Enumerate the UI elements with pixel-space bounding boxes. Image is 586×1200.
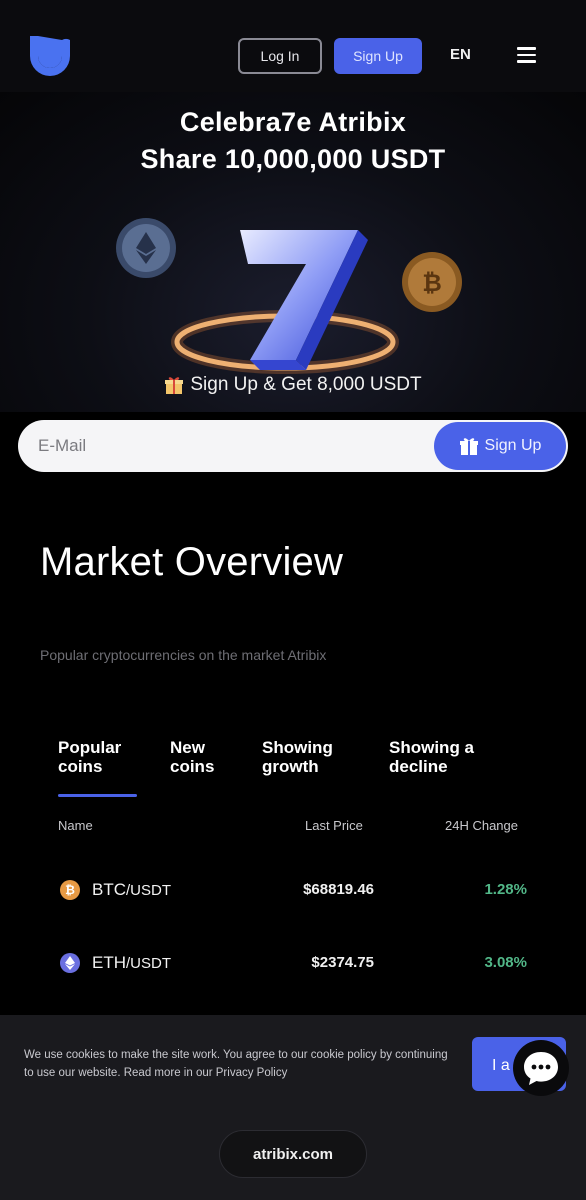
24h-change: 1.28% bbox=[484, 881, 527, 898]
column-header-name: Name bbox=[58, 818, 93, 833]
tab-label: coins bbox=[170, 757, 215, 776]
pair-base: BTC bbox=[92, 880, 126, 899]
pair-quote: /USDT bbox=[126, 955, 171, 972]
pair-base: ETH bbox=[92, 953, 126, 972]
tab-label: coins bbox=[58, 757, 103, 776]
tab-label: Popular bbox=[58, 738, 122, 757]
email-signup-label: Sign Up bbox=[484, 437, 542, 454]
promo-label: Sign Up & Get 8,000 USDT bbox=[190, 374, 422, 395]
email-signup-button[interactable]: Sign Up bbox=[434, 422, 566, 470]
tab-label: growth bbox=[262, 757, 319, 776]
pair-quote: /USDT bbox=[126, 882, 171, 899]
tab-showing-decline[interactable]: Showing a decline bbox=[389, 738, 474, 776]
tab-label: Showing bbox=[262, 738, 333, 757]
svg-text:₿: ₿ bbox=[422, 270, 442, 297]
hero-title-line1: Celebra7e Atribix bbox=[179, 107, 407, 137]
market-overview-subtitle: Popular cryptocurrencies on the market A… bbox=[40, 647, 327, 663]
signup-button[interactable]: Sign Up bbox=[334, 38, 422, 74]
chat-bubble-icon[interactable] bbox=[513, 1040, 569, 1096]
last-price: $2374.75 bbox=[311, 954, 374, 971]
market-overview-title: Market Overview bbox=[40, 540, 344, 584]
bitcoin-coin-icon: ₿ bbox=[402, 252, 462, 312]
ethereum-coin-icon bbox=[116, 218, 176, 278]
tab-label: Showing a bbox=[389, 738, 474, 757]
gift-icon bbox=[459, 438, 478, 455]
bitcoin-icon: ₿ bbox=[60, 880, 80, 900]
cookie-notice-text: We use cookies to make the site work. Yo… bbox=[24, 1049, 448, 1079]
pair-label: BTC/USDT bbox=[92, 880, 171, 900]
pair-label: ETH/USDT bbox=[92, 953, 171, 973]
tab-new-coins[interactable]: New coins bbox=[170, 738, 214, 776]
language-selector[interactable]: EN bbox=[450, 46, 471, 63]
gift-icon bbox=[165, 377, 184, 394]
email-field[interactable] bbox=[38, 430, 418, 462]
24h-change: 3.08% bbox=[484, 954, 527, 971]
promo-text: Sign Up & Get 8,000 USDT bbox=[0, 374, 586, 396]
login-button[interactable]: Log In bbox=[238, 38, 322, 74]
last-price: $68819.46 bbox=[303, 881, 374, 898]
tab-popular-coins[interactable]: Popular coins bbox=[58, 738, 121, 776]
active-tab-indicator bbox=[58, 794, 137, 797]
hero-title-line2: Share 10,000,000 USDT bbox=[140, 144, 446, 174]
atribix-logo-icon[interactable] bbox=[26, 30, 74, 78]
tab-showing-growth[interactable]: Showing growth bbox=[262, 738, 333, 776]
hamburger-menu-icon[interactable] bbox=[517, 47, 536, 63]
hero-illustration: ₿ bbox=[116, 218, 462, 374]
browser-url-bar[interactable]: atribix.com bbox=[219, 1130, 367, 1178]
tab-label: New bbox=[170, 738, 205, 757]
column-header-last-price: Last Price bbox=[305, 818, 363, 833]
anniversary-seven-graphic bbox=[240, 230, 368, 370]
email-signup-form: Sign Up bbox=[18, 420, 568, 472]
column-header-24h-change: 24H Change bbox=[445, 818, 518, 833]
hero-title: Celebra7e Atribix Share 10,000,000 USDT bbox=[0, 104, 586, 178]
top-navbar: Log In Sign Up EN bbox=[0, 0, 586, 92]
ethereum-icon bbox=[60, 953, 80, 973]
tab-label: decline bbox=[389, 757, 448, 776]
